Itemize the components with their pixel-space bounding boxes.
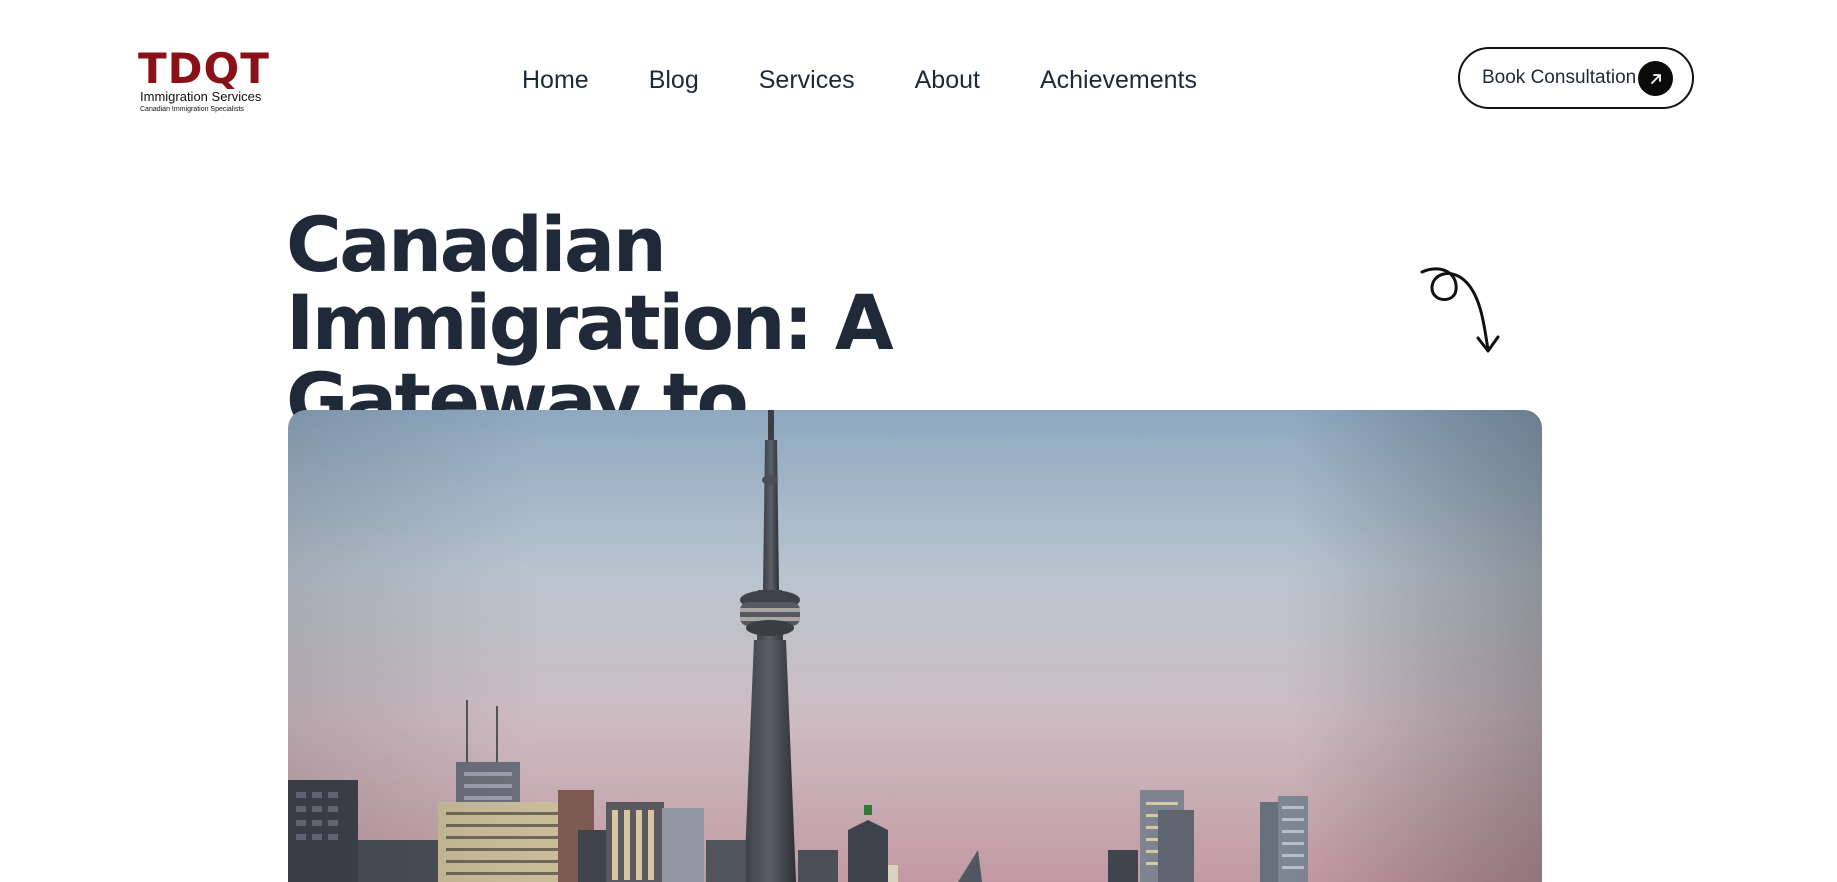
book-consultation-button[interactable]: Book Consultation xyxy=(1458,47,1694,109)
nav-achievements[interactable]: Achievements xyxy=(1040,62,1197,98)
logo-mark: TDQT xyxy=(138,44,270,93)
nav-services[interactable]: Services xyxy=(759,62,855,98)
page: TDQT Immigration Services Canadian Immig… xyxy=(0,0,1837,882)
nav-blog[interactable]: Blog xyxy=(649,62,699,98)
toronto-skyline-image xyxy=(288,410,1542,882)
site-header: TDQT Immigration Services Canadian Immig… xyxy=(0,0,1837,160)
logo-tagline: Canadian Immigration Specialists xyxy=(140,106,244,113)
page-title-line-1: Canadian Immigration: A xyxy=(286,200,894,367)
logo[interactable]: TDQT Immigration Services Canadian Immig… xyxy=(138,46,269,116)
nav-home[interactable]: Home xyxy=(522,62,589,98)
nav-about[interactable]: About xyxy=(915,62,980,98)
logo-name: Immigration Services xyxy=(140,89,262,104)
main-nav: Home Blog Services About Achievements xyxy=(522,62,1197,98)
curly-arrow-down-icon xyxy=(1418,262,1504,358)
arrow-up-right-icon xyxy=(1638,61,1673,96)
book-consultation-label: Book Consultation xyxy=(1482,67,1637,88)
